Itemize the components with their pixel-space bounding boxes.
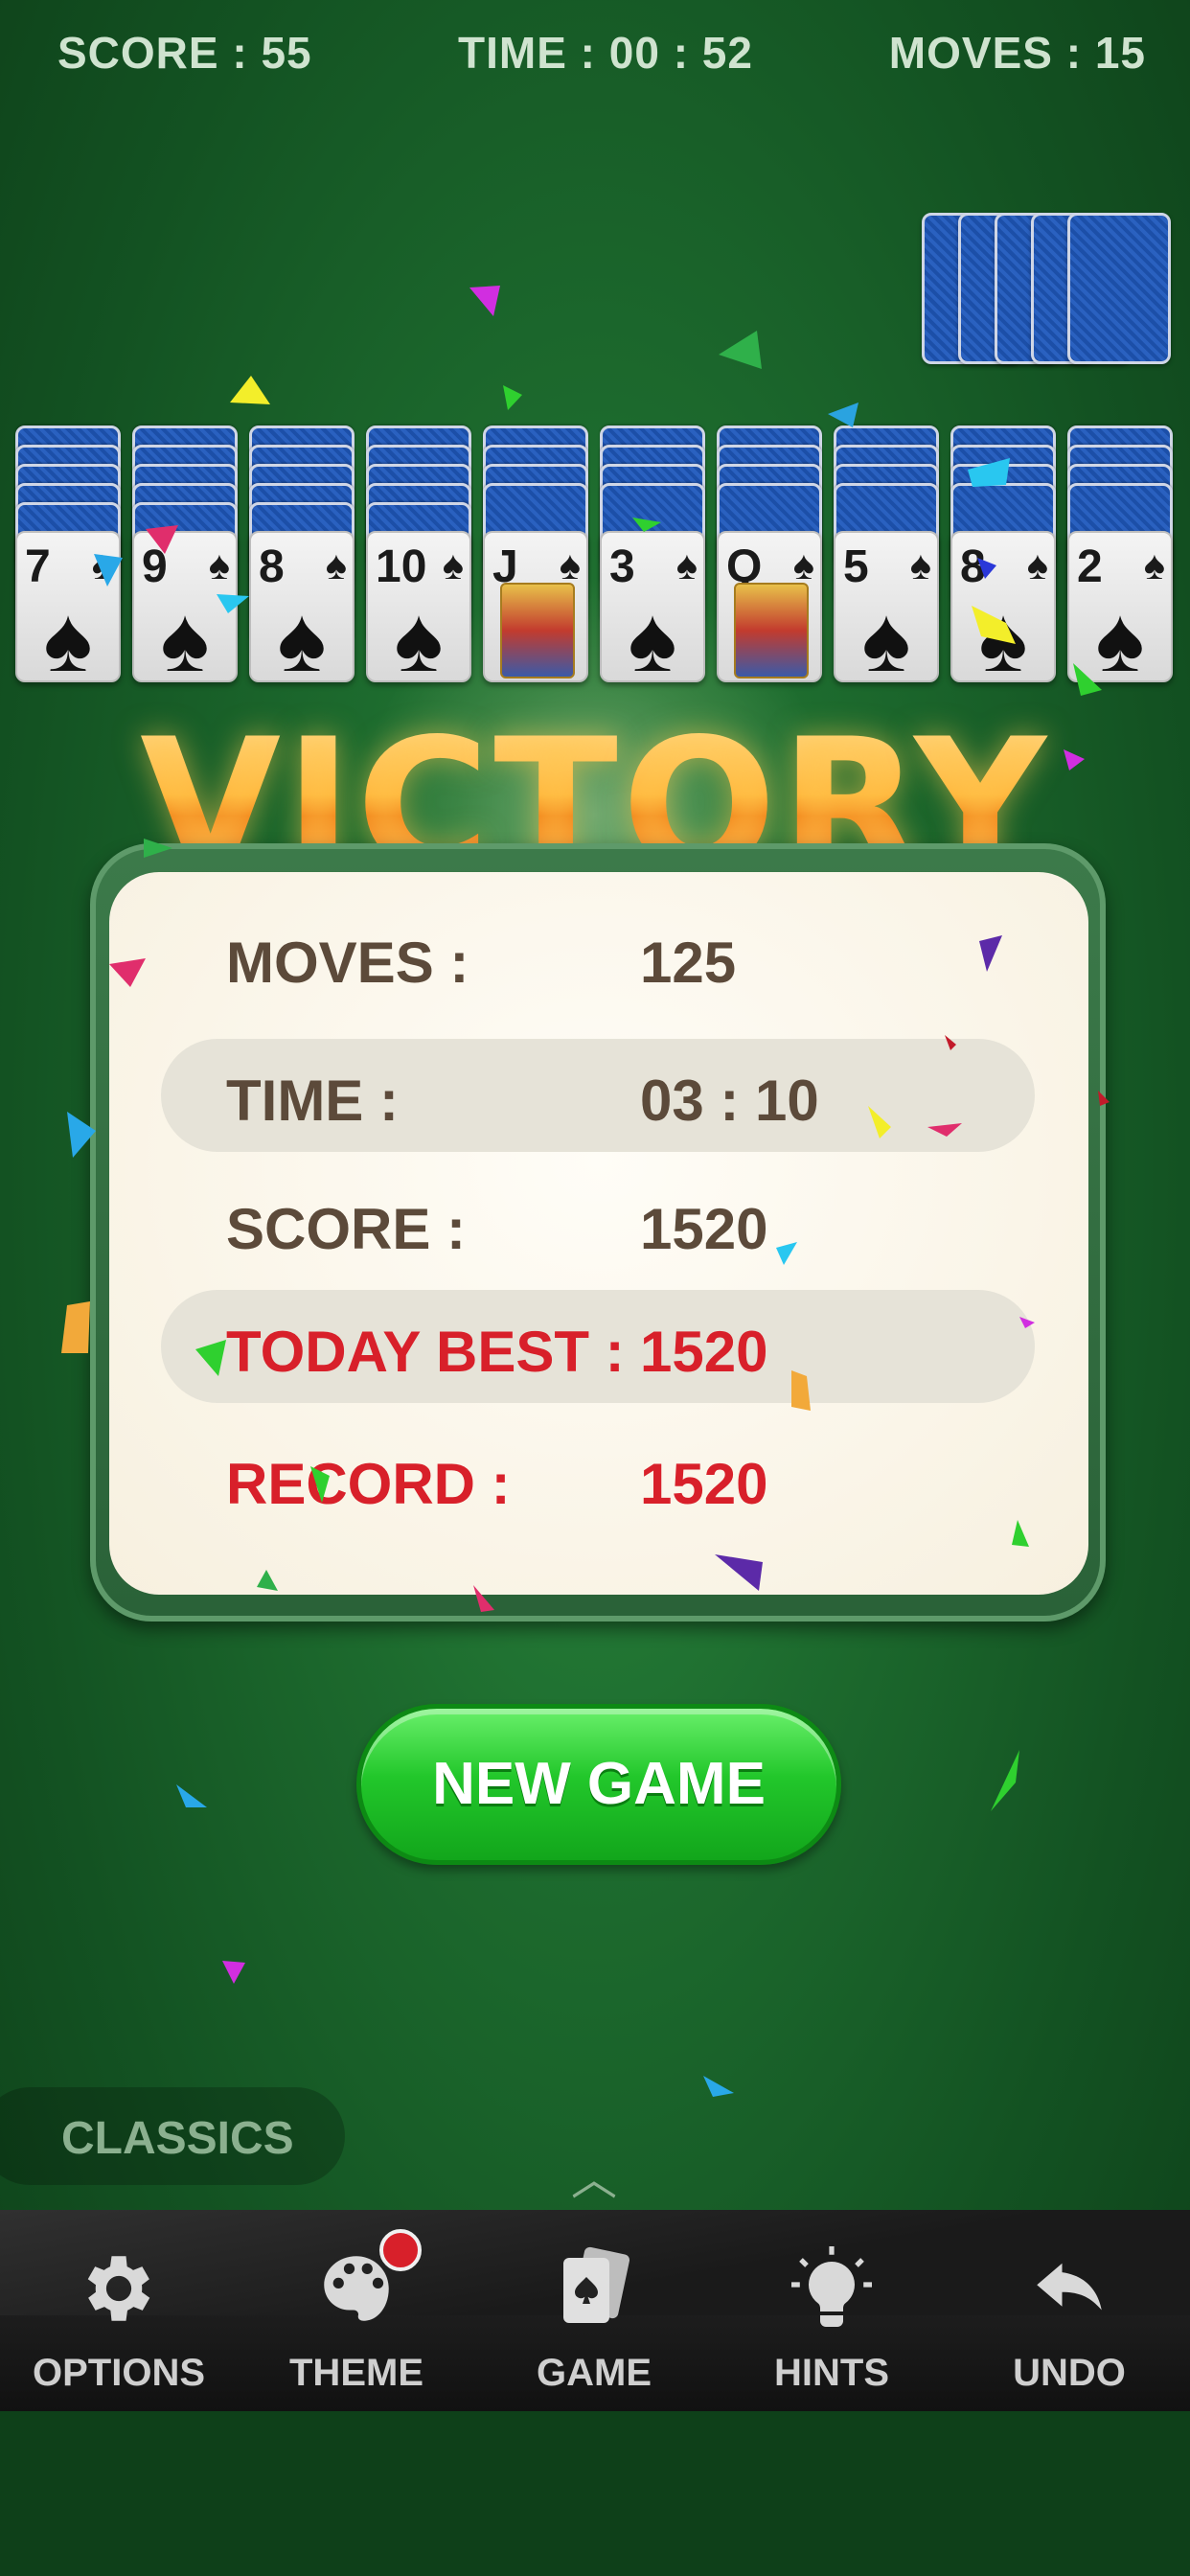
- bottom-area: [0, 2411, 1190, 2576]
- nav-hints-label: HINTS: [774, 2352, 889, 2394]
- notification-badge: [379, 2229, 422, 2271]
- nav-theme[interactable]: THEME: [238, 2210, 475, 2411]
- palette-icon: [238, 2241, 475, 2336]
- nav-undo-label: UNDO: [1013, 2352, 1126, 2394]
- nav-hints[interactable]: HINTS: [713, 2210, 950, 2411]
- cards-icon: [475, 2241, 713, 2336]
- nav-game-label: GAME: [537, 2352, 652, 2394]
- nav-options[interactable]: OPTIONS: [0, 2210, 238, 2411]
- lightbulb-icon: [713, 2241, 950, 2336]
- nav-theme-label: THEME: [289, 2352, 423, 2394]
- nav-game[interactable]: GAME: [475, 2210, 713, 2411]
- bottom-nav: OPTIONS THEME GAME HINTS UNDO: [0, 2210, 1190, 2411]
- nav-options-label: OPTIONS: [32, 2352, 206, 2394]
- undo-icon: [950, 2241, 1188, 2336]
- gear-icon: [0, 2241, 238, 2336]
- confetti-layer: [61, 286, 1110, 2097]
- nav-undo[interactable]: UNDO: [950, 2210, 1188, 2411]
